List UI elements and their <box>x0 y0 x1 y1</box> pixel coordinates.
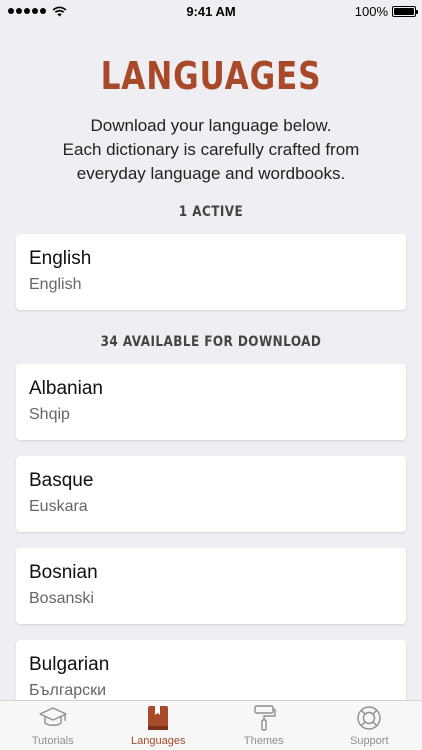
status-right: 100% <box>354 3 418 19</box>
tab-label: Tutorials <box>31 735 74 747</box>
signal-icon <box>8 8 46 14</box>
status-bar: 9:41 AM 100% <box>0 0 422 22</box>
language-native-name: Bosanski <box>29 590 94 607</box>
tab-support[interactable]: Support <box>317 701 422 750</box>
available-language-list: Albanian Shqip Basque Euskara Bosnian Bo… <box>0 364 422 700</box>
graduation-cap-icon <box>39 707 67 726</box>
language-name: Bosnian <box>29 562 98 583</box>
status-left <box>8 6 67 17</box>
paint-roller-icon <box>254 705 276 731</box>
available-section-header: 34 AVAILABLE FOR DOWNLOAD <box>100 334 322 350</box>
language-native-name: English <box>29 276 82 293</box>
tab-tutorials[interactable]: Tutorials <box>0 701 106 750</box>
battery-percent: 100% <box>354 3 388 19</box>
language-name: Albanian <box>29 378 103 399</box>
intro-line: everyday language and wordbooks. <box>76 164 346 183</box>
lifebuoy-icon <box>357 706 381 730</box>
language-card-english[interactable]: English English <box>16 234 406 310</box>
book-icon <box>148 706 169 730</box>
page-title: LANGUAGES <box>100 54 322 98</box>
language-card-basque[interactable]: Basque Euskara <box>16 456 406 532</box>
language-name: Bulgarian <box>29 654 110 675</box>
tab-themes[interactable]: Themes <box>211 701 317 750</box>
tab-bar: Tutorials Languages Themes Support <box>0 700 422 750</box>
language-card-bosnian[interactable]: Bosnian Bosanski <box>16 548 406 624</box>
languages-content[interactable]: LANGUAGES Download your language below. … <box>0 22 422 700</box>
wifi-icon <box>52 6 67 16</box>
tab-languages[interactable]: Languages <box>106 701 212 750</box>
active-section-header: 1 ACTIVE <box>178 204 244 220</box>
tab-label: Themes <box>243 735 284 747</box>
language-native-name: Shqip <box>29 406 70 423</box>
language-native-name: Euskara <box>29 498 88 515</box>
language-native-name: Български <box>29 682 107 699</box>
language-name: Basque <box>29 470 94 491</box>
battery-fill <box>394 7 414 15</box>
language-name: English <box>29 248 92 269</box>
tab-label: Languages <box>131 735 186 747</box>
language-card-bulgarian[interactable]: Bulgarian Български <box>16 640 406 700</box>
intro-line: Each dictionary is carefully crafted fro… <box>62 140 360 159</box>
intro-text: Download your language below. Each dicti… <box>0 114 422 186</box>
tab-label: Support <box>349 735 389 747</box>
language-card-albanian[interactable]: Albanian Shqip <box>16 364 406 440</box>
intro-line: Download your language below. <box>90 116 332 135</box>
battery-icon <box>392 5 418 17</box>
